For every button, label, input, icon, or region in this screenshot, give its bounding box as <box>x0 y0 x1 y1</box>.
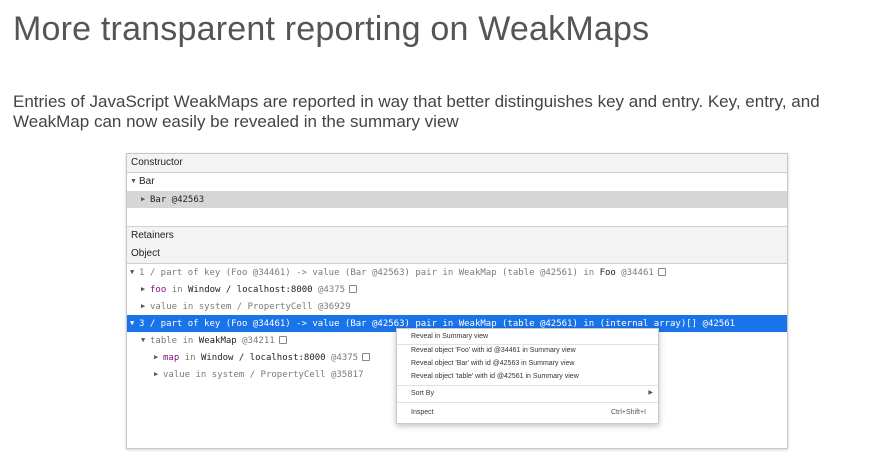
menu-item-inspect-label: Inspect <box>411 409 434 416</box>
menu-item-reveal-table[interactable]: Reveal object 'table' with id @42561 in … <box>397 370 658 383</box>
retainers-header: Retainers <box>127 226 787 246</box>
menu-item-reveal-foo[interactable]: Reveal object 'Foo' with id @34461 in Su… <box>397 344 658 357</box>
triangle-down-icon[interactable]: ▼ <box>127 173 139 190</box>
bar-instance-row[interactable]: ▶ Bar @42563 <box>127 191 787 208</box>
retainer-edge-text: in <box>171 285 183 295</box>
store-as-global-icon[interactable] <box>362 353 371 361</box>
retainer-object-id: @34211 <box>242 336 275 346</box>
menu-item-inspect[interactable]: Inspect Ctrl+Shift+I <box>397 406 658 419</box>
triangle-right-icon[interactable]: ▶ <box>141 298 150 315</box>
property-name: map <box>163 353 180 363</box>
retainer-object-id: @34461 <box>621 268 654 278</box>
retainer-edge-text: value in system / PropertyCell @36929 <box>150 302 351 312</box>
retainer-edge-text: in <box>184 353 196 363</box>
menu-separator <box>397 385 658 386</box>
retainer-edge-text: table in <box>150 336 194 346</box>
triangle-down-icon[interactable]: ▼ <box>141 332 150 349</box>
menu-item-sort-by[interactable]: Sort By ▶ <box>397 387 658 400</box>
retainer-edge-text: value in system / PropertyCell @35817 <box>163 370 364 380</box>
submenu-arrow-icon: ▶ <box>648 390 653 396</box>
retainer-row-property-cell-36929[interactable]: ▶ value in system / PropertyCell @36929 <box>127 298 787 315</box>
inspect-shortcut: Ctrl+Shift+I <box>610 409 646 416</box>
constructor-column-header[interactable]: Constructor <box>127 154 787 173</box>
triangle-right-icon[interactable]: ▶ <box>154 349 163 366</box>
triangle-right-icon[interactable]: ▶ <box>154 366 163 383</box>
triangle-down-icon[interactable]: ▼ <box>127 264 139 281</box>
store-as-global-icon[interactable] <box>349 285 358 293</box>
retainer-object-name: WeakMap <box>198 336 237 346</box>
context-menu: Reveal in Summary view Reveal object 'Fo… <box>396 328 659 424</box>
menu-item-reveal-bar[interactable]: Reveal object 'Bar' with id @42563 in Su… <box>397 357 658 370</box>
object-column-header[interactable]: Object <box>127 245 787 264</box>
slide-title: More transparent reporting on WeakMaps <box>13 10 650 48</box>
bar-instance-label: Bar @42563 <box>150 195 205 205</box>
retainer-object-name: Window / localhost:8000 <box>187 285 313 295</box>
retainer-object-id: @4375 <box>318 285 346 295</box>
retainer-row-foo-window[interactable]: ▶ foo in Window / localhost:8000 @4375 <box>127 281 787 298</box>
triangle-down-icon[interactable]: ▼ <box>127 315 139 332</box>
menu-item-sort-by-label: Sort By <box>411 390 434 397</box>
retainer-object-id: @4375 <box>331 353 359 363</box>
menu-item-reveal-in-summary[interactable]: Reveal in Summary view <box>397 330 658 343</box>
menu-separator <box>397 402 658 403</box>
retainer-edge-text: 1 / part of key (Foo @34461) -> value (B… <box>139 268 595 278</box>
property-name: foo <box>150 285 167 295</box>
slide-description: Entries of JavaScript WeakMaps are repor… <box>13 92 820 131</box>
triangle-right-icon[interactable]: ▶ <box>141 281 150 298</box>
retainer-object-name: Window / localhost:8000 <box>200 353 326 363</box>
retainer-row-weakmap-key-foo[interactable]: ▼ 1 / part of key (Foo @34461) -> value (… <box>127 264 787 281</box>
bar-constructor-label: Bar <box>139 176 155 187</box>
retainer-object-name: Foo <box>599 268 616 278</box>
triangle-right-icon[interactable]: ▶ <box>141 191 150 208</box>
store-as-global-icon[interactable] <box>657 268 666 276</box>
store-as-global-icon[interactable] <box>278 336 287 344</box>
bar-constructor-row[interactable]: ▼ Bar <box>127 173 787 190</box>
